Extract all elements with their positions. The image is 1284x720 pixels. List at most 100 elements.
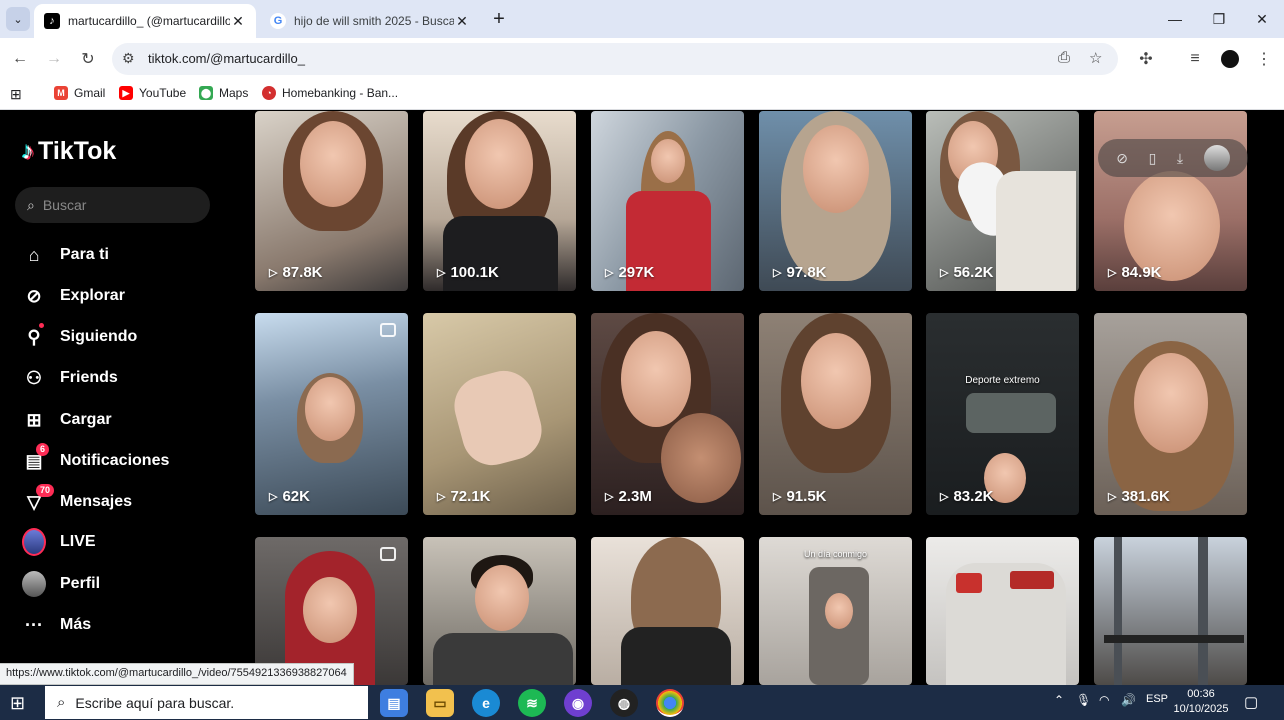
obs-icon[interactable]: ◍ (610, 689, 638, 717)
close-tab-icon[interactable]: ✕ (230, 13, 246, 30)
video-tile[interactable]: ▷ 381.6K (1094, 313, 1247, 515)
windows-start-icon[interactable]: ⊞ (10, 693, 25, 714)
view-count: ▷ 381.6K (1108, 488, 1170, 505)
file-explorer-icon[interactable]: ▭ (426, 689, 454, 717)
nav-live[interactable]: LIVE (22, 528, 96, 556)
minimize-button[interactable]: — (1153, 0, 1197, 38)
tiktok-page: ♪ TikTok ⌕ Buscar ⌂ Para ti ⊘ Explorar ⚲… (0, 111, 1284, 685)
compass-icon: ⊘ (26, 285, 42, 306)
bookmark-homebanking[interactable]: ◔ Homebanking - Ban... (262, 86, 398, 100)
video-tile[interactable]: Deporte extremo ▷ 83.2K (926, 313, 1079, 515)
video-tile[interactable]: ▷ 87.8K (255, 111, 408, 291)
play-icon: ▷ (437, 491, 446, 503)
apps-grid-icon[interactable]: ⊞ (10, 86, 22, 103)
new-tab-button[interactable]: + (488, 8, 510, 31)
nav-para-ti[interactable]: ⌂ Para ti (22, 243, 109, 267)
avatar[interactable] (1203, 145, 1230, 171)
tab-title: hijo de will smith 2025 - Buscar (294, 14, 454, 28)
download-icon[interactable]: ⤓ (1177, 150, 1183, 167)
wifi-icon[interactable]: ◠ (1099, 693, 1109, 707)
close-tab-icon[interactable]: ✕ (454, 13, 470, 30)
gmail-icon: M (54, 86, 68, 100)
profile-avatar[interactable] (1218, 47, 1242, 71)
edge-icon[interactable]: e (472, 689, 500, 717)
maximize-button[interactable]: ❐ (1197, 0, 1241, 38)
video-tile[interactable]: ▷ 72.1K (423, 313, 576, 515)
language-indicator[interactable]: ESP (1146, 693, 1168, 705)
play-icon: ▷ (269, 491, 278, 503)
video-tile[interactable]: ▷ 91.5K (759, 313, 912, 515)
volume-icon[interactable]: 🔊 (1121, 693, 1136, 707)
tiktok-logo[interactable]: ♪ TikTok (22, 137, 116, 166)
youtube-icon: ▶ (119, 86, 133, 100)
nav-label: LIVE (60, 533, 96, 550)
install-app-icon[interactable]: ⎙ (1058, 49, 1070, 66)
tab-search-button[interactable]: ⌄ (6, 7, 30, 31)
chrome-icon[interactable] (656, 689, 684, 717)
profile-avatar-icon (22, 571, 46, 597)
nav-cargar[interactable]: ⊞ Cargar (22, 408, 111, 432)
nav-mensajes[interactable]: ▽ 70 Mensajes (22, 484, 132, 514)
nav-mas[interactable]: ··· Más (22, 613, 91, 637)
video-tile[interactable]: ▷ 84.9K (1094, 111, 1247, 291)
device-icon[interactable]: ▯ (1149, 150, 1157, 167)
browser-toolbar: ← → ↻ ⚙ tiktok.com/@martucardillo_ ⎙ ☆ ✣… (0, 38, 1284, 80)
search-input[interactable]: ⌕ Buscar (15, 187, 210, 223)
nav-siguiendo[interactable]: ⚲ Siguiendo (22, 323, 138, 349)
bookmark-label: Maps (219, 86, 249, 100)
video-tile[interactable]: ▷ 297K (591, 111, 744, 291)
reload-button[interactable]: ↻ (76, 47, 100, 71)
url-text: tiktok.com/@martucardillo_ (148, 51, 305, 66)
clock[interactable]: 00:36 10/10/2025 (1170, 687, 1232, 717)
video-tile[interactable]: ▷ 2.3M (591, 313, 744, 515)
bookmark-maps[interactable]: ⬤ Maps (199, 86, 248, 100)
tab-google[interactable]: G hijo de will smith 2025 - Buscar ✕ (260, 4, 480, 38)
views-text: 91.5K (786, 488, 827, 505)
tab-title: martucardillo_ (@martucardillo (68, 14, 230, 28)
address-bar[interactable]: ⚙ tiktok.com/@martucardillo_ ⎙ ☆ (112, 43, 1118, 75)
microphone-icon[interactable]: 🎙 (1076, 693, 1091, 707)
views-text: 84.9K (1121, 264, 1162, 281)
friends-icon: ⚇ (25, 367, 43, 388)
taskbar-search-input[interactable]: ⌕ Escribe aquí para buscar. (45, 686, 368, 719)
google-icon: G (270, 13, 286, 29)
bookmark-youtube[interactable]: ▶ YouTube (119, 86, 186, 100)
views-text: 381.6K (1121, 488, 1170, 505)
media-controls-icon[interactable]: ≡ (1183, 47, 1207, 71)
video-tile[interactable]: ▷ 97.8K (759, 111, 912, 291)
nav-label: Siguiendo (60, 328, 138, 345)
store-icon[interactable]: ▤ (380, 689, 408, 717)
site-info-icon[interactable]: ⚙ (122, 50, 135, 67)
video-tile[interactable]: Un día conmigo (759, 537, 912, 685)
tray-overflow-icon[interactable]: ⌃ (1054, 693, 1064, 707)
notifications-icon[interactable]: ▢ (1244, 693, 1258, 711)
play-icon: ▷ (773, 267, 782, 279)
extensions-icon[interactable]: ✣ (1134, 47, 1158, 71)
forward-button[interactable]: → (42, 47, 66, 71)
video-tile[interactable] (423, 537, 576, 685)
close-window-button[interactable]: ✕ (1240, 0, 1284, 38)
nav-notificaciones[interactable]: ▤ 6 Notificaciones (22, 443, 169, 473)
bookmark-gmail[interactable]: M Gmail (54, 86, 105, 100)
windows-taskbar: ⊞ ⌕ Escribe aquí para buscar. ▤ ▭ e ≋ ◉ … (0, 685, 1284, 720)
video-tile[interactable] (591, 537, 744, 685)
view-count: ▷ 72.1K (437, 488, 491, 505)
tab-tiktok[interactable]: ♪ martucardillo_ (@martucardillo ✕ (34, 4, 256, 38)
nav-perfil[interactable]: Perfil (22, 571, 100, 597)
discord-icon[interactable]: ◉ (564, 689, 592, 717)
view-count: ▷ 297K (605, 264, 654, 281)
back-button[interactable]: ← (8, 47, 32, 71)
video-tile[interactable] (1094, 537, 1247, 685)
nav-friends[interactable]: ⚇ Friends (22, 366, 118, 390)
video-tile[interactable]: ▷ 100.1K (423, 111, 576, 291)
spotify-icon[interactable]: ≋ (518, 689, 546, 717)
compass-icon[interactable]: ⊘ (1116, 150, 1128, 167)
bookmark-star-icon[interactable]: ☆ (1089, 49, 1102, 67)
video-tile[interactable]: ▷ 56.2K (926, 111, 1079, 291)
nav-explorar[interactable]: ⊘ Explorar (22, 284, 124, 308)
chrome-menu-icon[interactable]: ⋮ (1252, 47, 1276, 71)
video-tile[interactable] (926, 537, 1079, 685)
view-count: ▷ 56.2K (940, 264, 994, 281)
video-tile[interactable]: ▷ 62K (255, 313, 408, 515)
play-icon: ▷ (1108, 267, 1117, 279)
